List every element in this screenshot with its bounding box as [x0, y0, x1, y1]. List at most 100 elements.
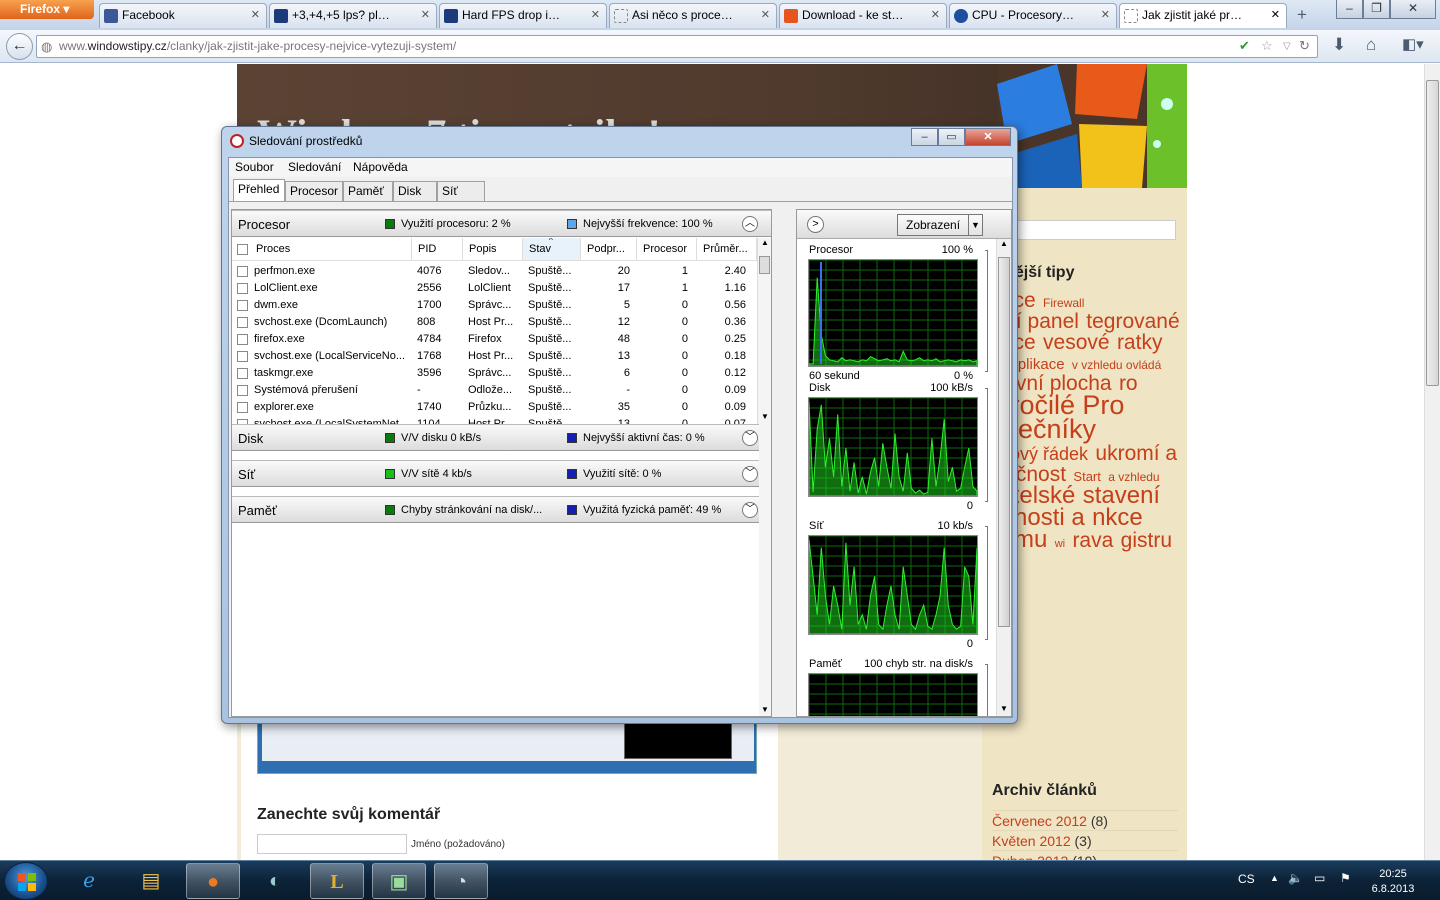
close-icon[interactable]: ✕: [931, 4, 940, 27]
language-indicator[interactable]: CS: [1238, 872, 1255, 886]
row-checkbox[interactable]: [237, 385, 248, 396]
maximize-button[interactable]: ▭: [938, 128, 965, 146]
addon-icon[interactable]: ◧▾: [1402, 35, 1424, 53]
row-checkbox[interactable]: [237, 317, 248, 328]
tag-link[interactable]: rava: [1072, 529, 1113, 552]
row-checkbox[interactable]: [237, 368, 248, 379]
table-row[interactable]: Systémová přerušení - Odlože... Spuště... - 0…: [232, 382, 760, 399]
computer-monitor-icon[interactable]: ▣: [372, 863, 426, 899]
action-center-flag-icon[interactable]: ⚑: [1340, 871, 1351, 885]
table-row[interactable]: svchost.exe (DcomLaunch) 808 Host Pr... Spu…: [232, 314, 760, 331]
tag-link[interactable]: ukromí a: [1095, 442, 1177, 465]
scroll-up-icon[interactable]: ▲: [1000, 239, 1008, 248]
tab-prehled[interactable]: Přehled: [233, 179, 285, 201]
tab-disk[interactable]: Disk: [393, 181, 437, 201]
tab-lps[interactable]: +3,+4,+5 lps? please...... ✕: [269, 3, 437, 28]
close-window-button[interactable]: ✕: [1390, 0, 1436, 19]
table-row[interactable]: svchost.exe (LocalServiceNo... 1768 Host P…: [232, 348, 760, 365]
chevron-down-icon[interactable]: ﹀: [742, 502, 758, 518]
collapse-arrow-icon[interactable]: >: [807, 216, 824, 233]
row-checkbox[interactable]: [237, 266, 248, 277]
menu-soubor[interactable]: Soubor: [235, 160, 274, 174]
tab-download[interactable]: Download - ke stažení... ✕: [779, 3, 947, 28]
clock[interactable]: 20:25 6.8.2013: [1368, 867, 1418, 897]
section-disk[interactable]: Disk V/V disku 0 kB/s Nejvyšší aktivní č…: [232, 424, 771, 451]
scrollbar-thumb[interactable]: [998, 257, 1010, 627]
table-row[interactable]: explorer.exe 1740 Průzku... Spuště... 35 0 0.0…: [232, 399, 760, 416]
row-checkbox[interactable]: [237, 283, 248, 294]
table-row[interactable]: dwm.exe 1700 Správc... Spuště... 5 0 0.56: [232, 297, 760, 314]
tab-alza[interactable]: CPU - Procesory | Alza... ✕: [949, 3, 1117, 28]
row-checkbox[interactable]: [237, 334, 248, 345]
tag-link[interactable]: wi: [1055, 538, 1065, 550]
ie-icon[interactable]: ℯ: [62, 863, 116, 899]
tag-link[interactable]: tegrované: [1086, 310, 1179, 333]
tag-link[interactable]: vesové: [1043, 331, 1110, 354]
reload-icon[interactable]: ↻: [1299, 38, 1310, 54]
new-tab-button[interactable]: +: [1289, 4, 1315, 28]
tab-procesor[interactable]: Asi něco s procesore... ✕: [609, 3, 777, 28]
media-icon[interactable]: ◐: [248, 863, 302, 899]
bookmark-star-icon[interactable]: ☆: [1261, 38, 1273, 54]
graphs-scrollbar[interactable]: ▲ ▼: [996, 239, 1011, 716]
back-button[interactable]: ←: [6, 33, 33, 60]
close-icon[interactable]: ✕: [761, 4, 770, 27]
volume-icon[interactable]: 🔈: [1288, 871, 1303, 885]
scroll-down-icon[interactable]: ▼: [1000, 704, 1008, 713]
column-procesor[interactable]: Procesor: [637, 238, 697, 261]
firefox-menu-button[interactable]: Firefox ▾: [0, 0, 94, 19]
menu-sledovani[interactable]: Sledování: [288, 160, 341, 174]
close-icon[interactable]: ✕: [251, 4, 260, 27]
close-icon[interactable]: ✕: [591, 4, 600, 27]
table-row[interactable]: taskmgr.exe 3596 Správc... Spuště... 6 0 0.12: [232, 365, 760, 382]
view-dropdown[interactable]: Zobrazení ▼: [897, 214, 983, 236]
minimize-button[interactable]: –: [1336, 0, 1363, 19]
close-window-button[interactable]: ✕: [965, 128, 1011, 146]
chevron-down-icon[interactable]: ﹀: [742, 466, 758, 482]
scroll-down-icon[interactable]: ▼: [761, 705, 769, 714]
tab-jak-zjistit[interactable]: Jak zjistit jaké procesy ... ✕: [1119, 3, 1287, 28]
firefox-icon[interactable]: ●: [186, 863, 240, 899]
column-podprocesy[interactable]: Podpr...: [581, 238, 637, 261]
archive-item[interactable]: Květen 2012 (3): [992, 830, 1178, 850]
scroll-up-icon[interactable]: ▲: [761, 238, 769, 247]
archive-item[interactable]: Červenec 2012 (8): [992, 810, 1178, 830]
row-checkbox[interactable]: [237, 402, 248, 413]
table-row[interactable]: perfmon.exe 4076 Sledov... Spuště... 20 1 2.40: [232, 263, 760, 280]
tab-facebook[interactable]: Facebook ✕: [99, 3, 267, 28]
tab-pamet[interactable]: Paměť: [343, 181, 393, 201]
menu-napoveda[interactable]: Nápověda: [353, 160, 408, 174]
process-scrollbar[interactable]: ▲ ▼: [757, 238, 771, 424]
section-pamet[interactable]: Paměť Chyby stránkování na disk/... Využ…: [232, 496, 771, 523]
select-all-checkbox[interactable]: [237, 244, 248, 255]
column-popis[interactable]: Popis: [463, 238, 523, 261]
column-prumer[interactable]: Průměr...: [697, 238, 757, 261]
network-icon[interactable]: ▭: [1314, 871, 1325, 885]
tag-link[interactable]: v vzhledu ovládá: [1072, 358, 1161, 372]
table-row[interactable]: LolClient.exe 2556 LolClient Spuště... 17 1 1.…: [232, 280, 760, 297]
chevron-down-icon[interactable]: ﹀: [742, 430, 758, 446]
minimize-button[interactable]: –: [911, 128, 938, 146]
tab-sit[interactable]: Síť: [437, 181, 485, 201]
download-arrow-icon[interactable]: ⬇: [1332, 35, 1346, 55]
maximize-button[interactable]: ❐: [1363, 0, 1390, 19]
explorer-folder-icon[interactable]: ▤: [124, 863, 178, 899]
name-field[interactable]: [257, 834, 407, 854]
table-row[interactable]: svchost.exe (LocalSystemNet... 1104 Host P…: [232, 416, 760, 424]
url-text[interactable]: www.windowstipy.cz/clanky/jak-zjistit-ja…: [59, 39, 456, 53]
verified-check-icon[interactable]: ✔: [1239, 38, 1250, 54]
scrollbar-thumb[interactable]: [1426, 80, 1439, 386]
history-dropdown-icon[interactable]: ▽: [1283, 41, 1291, 52]
table-row[interactable]: firefox.exe 4784 Firefox Spuště... 48 0 0.25: [232, 331, 760, 348]
tab-fps-drop[interactable]: Hard FPS drop in tea... ✕: [439, 3, 607, 28]
close-icon[interactable]: ✕: [1271, 4, 1280, 27]
tag-link[interactable]: ratky: [1117, 331, 1163, 354]
tag-link[interactable]: Firewall: [1043, 296, 1084, 310]
row-checkbox[interactable]: [237, 300, 248, 311]
close-icon[interactable]: ✕: [421, 4, 430, 27]
start-button[interactable]: [4, 862, 48, 900]
tab-procesor[interactable]: Procesor: [285, 181, 343, 201]
row-checkbox[interactable]: [237, 351, 248, 362]
section-sit[interactable]: Síť V/V sítě 4 kb/s Využití sítě: 0 % ﹀: [232, 460, 771, 487]
column-pid[interactable]: PID: [412, 238, 463, 261]
